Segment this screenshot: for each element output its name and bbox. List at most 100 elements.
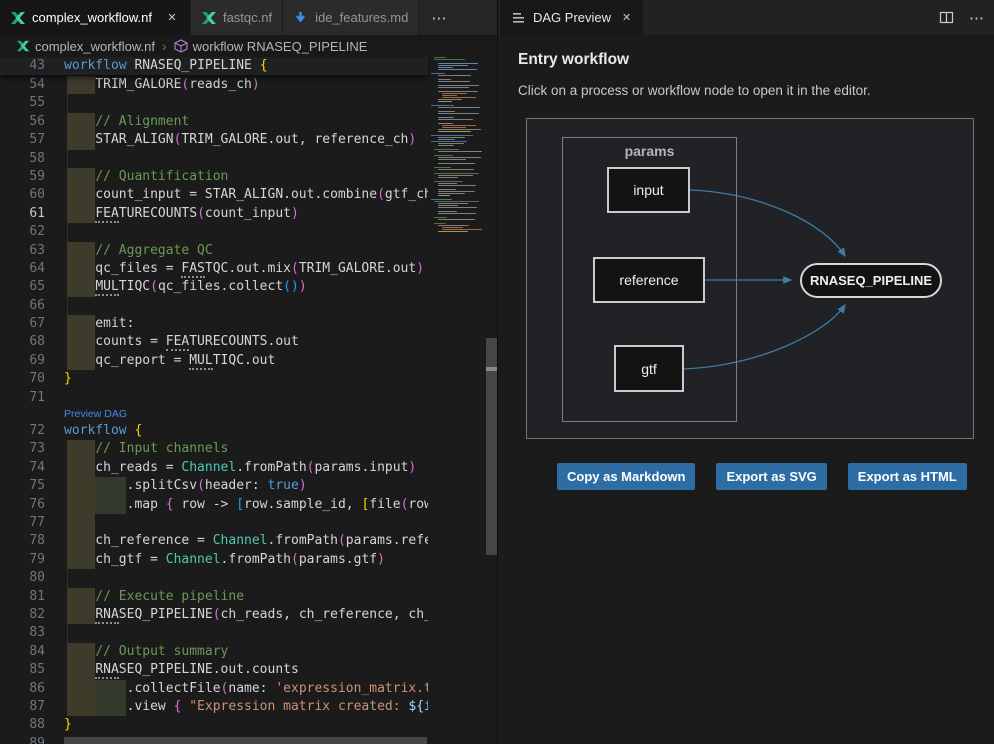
code-token: ch_gtf = xyxy=(64,552,166,567)
code-line[interactable]: 85 RNASEQ_PIPELINE.out.counts xyxy=(0,661,497,679)
minimap[interactable] xyxy=(430,57,486,247)
code-line[interactable]: 57 STAR_ALIGN(TRIM_GALORE.out, reference… xyxy=(0,131,497,149)
breadcrumb-file[interactable]: complex_workflow.nf xyxy=(35,39,155,54)
line-number: 83 xyxy=(0,624,64,642)
tab-fastqc.nf[interactable]: fastqc.nf xyxy=(191,0,283,35)
line-number: 71 xyxy=(0,389,64,407)
code-token: file xyxy=(369,497,400,512)
line-number: 80 xyxy=(0,569,64,587)
code-content: count_input = STAR_ALIGN.out.combine(gtf… xyxy=(64,186,428,204)
code-line[interactable]: 73 // Input channels xyxy=(0,440,497,458)
code-token: header: xyxy=(205,478,268,493)
breadcrumb-symbol[interactable]: workflow RNASEQ_PIPELINE xyxy=(193,39,368,54)
dag-node-rnaseq-pipeline[interactable]: RNASEQ_PIPELINE xyxy=(800,263,942,298)
export-as-svg-button[interactable]: Export as SVG xyxy=(716,463,826,490)
close-icon[interactable]: ✕ xyxy=(164,11,180,24)
code-content: qc_report = MULTIQC.out xyxy=(64,352,428,370)
tab-dag-preview[interactable]: DAG Preview ✕ xyxy=(500,0,643,35)
code-line[interactable]: 79 ch_gtf = Channel.fromPath(params.gtf) xyxy=(0,551,497,569)
code-token: Channel xyxy=(181,460,236,475)
code-content: .view { "Expression matrix created: ${it… xyxy=(64,698,428,716)
code-line[interactable]: 60 count_input = STAR_ALIGN.out.combine(… xyxy=(0,186,497,204)
code-line[interactable]: 75 .splitCsv(header: true) xyxy=(0,477,497,495)
codelens-row[interactable]: Preview DAG xyxy=(0,407,497,422)
preview-list-icon xyxy=(512,11,526,25)
code-line[interactable]: 72workflow { xyxy=(0,422,497,440)
code-token: count_input = STAR_ALIGN.out.combine xyxy=(64,187,377,202)
code-token: TIQC.out xyxy=(213,353,276,368)
code-line[interactable]: 58 xyxy=(0,150,497,168)
code-line[interactable]: 74 ch_reads = Channel.fromPath(params.in… xyxy=(0,459,497,477)
code-token: FEA xyxy=(95,206,118,223)
code-token: MUL xyxy=(189,353,212,370)
code-line[interactable]: 84 // Output summary xyxy=(0,643,497,661)
code-line[interactable]: 86 .collectFile(name: 'expression_matrix… xyxy=(0,680,497,698)
code-token: ) xyxy=(416,261,424,276)
code-line[interactable]: 61 FEATURECOUNTS(count_input) xyxy=(0,205,497,223)
code-line[interactable]: 62 xyxy=(0,223,497,241)
line-number: 82 xyxy=(0,606,64,624)
copy-as-markdown-button[interactable]: Copy as Markdown xyxy=(557,463,695,490)
code-token: count_input xyxy=(205,206,291,221)
code-line[interactable]: 71 xyxy=(0,389,497,407)
code-line[interactable]: 68 counts = FEATURECOUNTS.out xyxy=(0,333,497,351)
dag-node-reference[interactable]: reference xyxy=(593,257,705,303)
close-icon[interactable]: ✕ xyxy=(622,11,631,24)
indent-guide xyxy=(67,94,68,112)
tab-complex_workflow.nf[interactable]: complex_workflow.nf✕ xyxy=(0,0,191,35)
dag-node-input[interactable]: input xyxy=(607,167,690,213)
code-line[interactable]: 69 qc_report = MULTIQC.out xyxy=(0,352,497,370)
tab-ide_features.md[interactable]: ide_features.md xyxy=(283,0,419,35)
code-token xyxy=(64,589,95,604)
code-line[interactable]: 87 .view { "Expression matrix created: $… xyxy=(0,698,497,716)
line-number: 64 xyxy=(0,260,64,278)
code-line[interactable]: 59 // Quantification xyxy=(0,168,497,186)
codelens-preview-dag[interactable]: Preview DAG xyxy=(64,407,428,422)
line-number: 78 xyxy=(0,532,64,550)
code-token: } xyxy=(64,717,72,732)
tab-overflow-button[interactable]: ⋯ xyxy=(419,0,460,35)
code-line[interactable]: 66 xyxy=(0,297,497,315)
export-as-html-button[interactable]: Export as HTML xyxy=(848,463,967,490)
code-line[interactable]: 83 xyxy=(0,624,497,642)
sticky-scroll-line[interactable]: 43workflow RNASEQ_PIPELINE { xyxy=(0,57,428,75)
code-token: ( xyxy=(197,206,205,221)
code-token: Channel xyxy=(166,552,221,567)
code-token: ch_reads, ch_reference, ch_gtf xyxy=(221,607,428,622)
horizontal-scrollbar[interactable] xyxy=(64,737,427,744)
code-line[interactable]: 80 xyxy=(0,569,497,587)
code-line[interactable]: 88} xyxy=(0,716,497,734)
code-line[interactable]: 78 ch_reference = Channel.fromPath(param… xyxy=(0,532,497,550)
code-line[interactable]: 55 xyxy=(0,94,497,112)
code-line[interactable]: 67 emit: xyxy=(0,315,497,333)
code-line[interactable]: 70} xyxy=(0,370,497,388)
code-token: reads_ch xyxy=(189,77,252,92)
code-line[interactable]: 77 xyxy=(0,514,497,532)
more-actions-button[interactable]: ⋯ xyxy=(969,9,986,27)
line-number: 61 xyxy=(0,205,64,223)
line-number: 54 xyxy=(0,76,64,94)
code-line[interactable]: 82 RNASEQ_PIPELINE(ch_reads, ch_referenc… xyxy=(0,606,497,624)
code-line[interactable]: 56 // Alignment xyxy=(0,113,497,131)
code-token: ( xyxy=(150,279,158,294)
line-number xyxy=(0,407,64,422)
code-line[interactable]: 76 .map { row -> [row.sample_id, [file(r… xyxy=(0,496,497,514)
code-line[interactable]: 81 // Execute pipeline xyxy=(0,588,497,606)
code-content: TRIM_GALORE(reads_ch) xyxy=(64,76,428,94)
code-line[interactable]: 63 // Aggregate QC xyxy=(0,242,497,260)
code-line[interactable]: 54 TRIM_GALORE(reads_ch) xyxy=(0,76,497,94)
code-token xyxy=(64,279,95,294)
code-token: row -> xyxy=(174,497,237,512)
code-token: qc_files = xyxy=(64,261,181,276)
code-token: FEA xyxy=(166,334,189,351)
code-line[interactable]: 64 qc_files = FASTQC.out.mix(TRIM_GALORE… xyxy=(0,260,497,278)
code-line[interactable]: 65 MULTIQC(qc_files.collect()) xyxy=(0,278,497,296)
code-token: .collectFile xyxy=(64,681,221,696)
dag-node-gtf[interactable]: gtf xyxy=(614,345,684,392)
split-editor-icon[interactable] xyxy=(939,10,955,26)
breadcrumb[interactable]: complex_workflow.nf › workflow RNASEQ_PI… xyxy=(0,35,497,57)
line-number: 79 xyxy=(0,551,64,569)
code-line[interactable]: 43workflow RNASEQ_PIPELINE { xyxy=(0,57,428,75)
code-editor[interactable]: 43workflow RNASEQ_PIPELINE { 54 TRIM_GAL… xyxy=(0,57,497,744)
code-token xyxy=(64,607,95,622)
